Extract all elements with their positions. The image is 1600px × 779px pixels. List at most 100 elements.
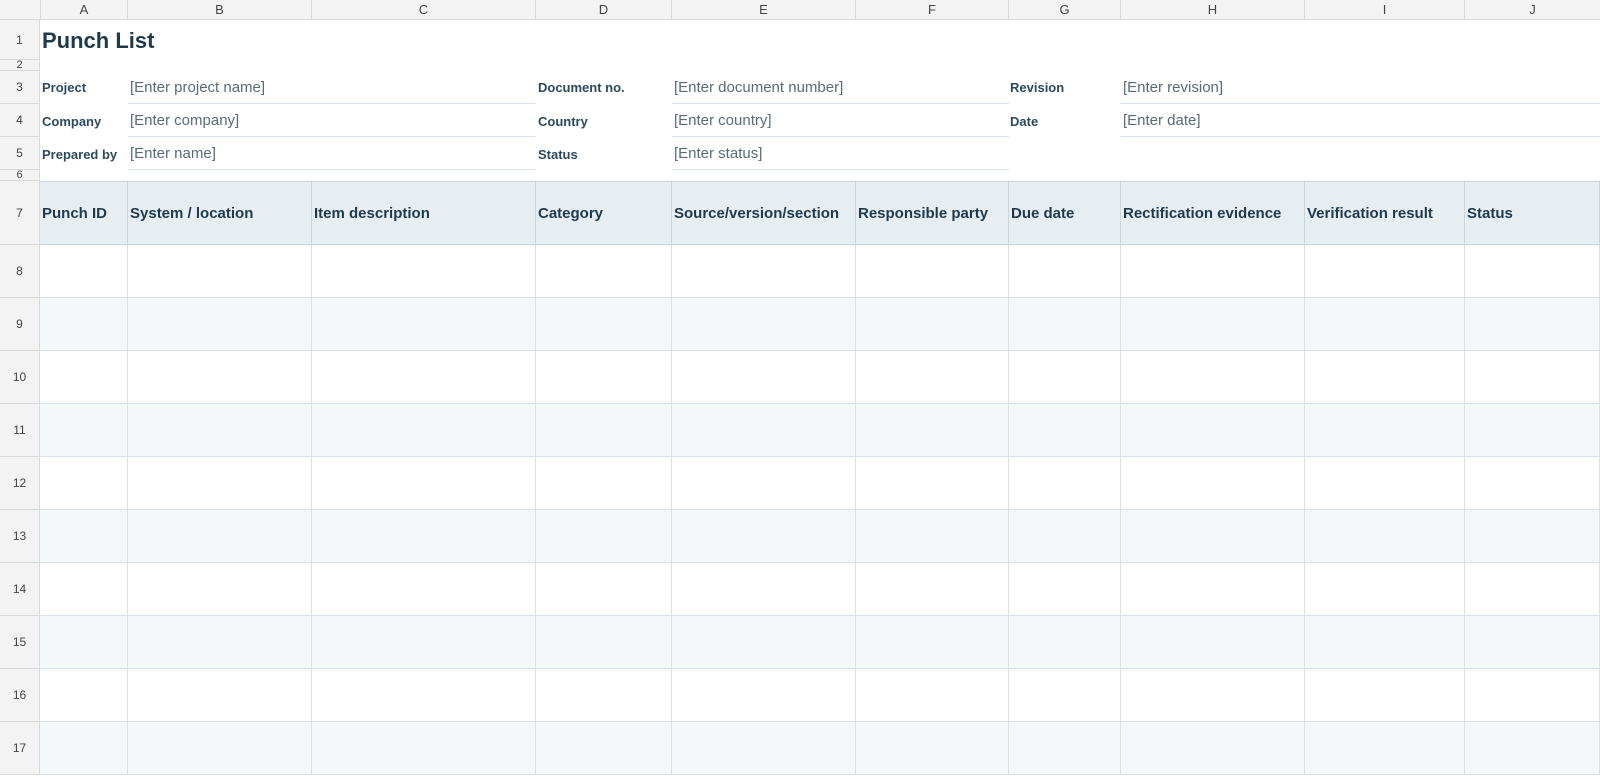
cell-g16[interactable]: [1009, 669, 1121, 722]
row-header-6[interactable]: 6: [0, 169, 40, 181]
cell-d17[interactable]: [536, 722, 672, 775]
cell-c9[interactable]: [312, 298, 536, 351]
row-header-5[interactable]: 5: [0, 137, 40, 170]
cell-f10[interactable]: [856, 351, 1009, 404]
cell-h12[interactable]: [1121, 457, 1305, 510]
cell-e15[interactable]: [672, 616, 856, 669]
revision-field[interactable]: [Enter revision]: [1121, 79, 1600, 104]
cell-i10[interactable]: [1305, 351, 1465, 404]
header-rectification-evidence[interactable]: Rectification evidence: [1121, 181, 1305, 245]
column-header-j[interactable]: J: [1465, 0, 1600, 20]
cell-a11[interactable]: [40, 404, 128, 457]
date-field[interactable]: [Enter date]: [1121, 112, 1600, 137]
cell-a10[interactable]: [40, 351, 128, 404]
cell-g8[interactable]: [1009, 245, 1121, 298]
column-header-e[interactable]: E: [672, 0, 856, 20]
cell-f16[interactable]: [856, 669, 1009, 722]
cell-h8[interactable]: [1121, 245, 1305, 298]
cell-e16[interactable]: [672, 669, 856, 722]
cell-d8[interactable]: [536, 245, 672, 298]
cell-f8[interactable]: [856, 245, 1009, 298]
cell-g9[interactable]: [1009, 298, 1121, 351]
cell-g10[interactable]: [1009, 351, 1121, 404]
cell-g17[interactable]: [1009, 722, 1121, 775]
cell-c12[interactable]: [312, 457, 536, 510]
header-responsible-party[interactable]: Responsible party: [856, 181, 1009, 245]
cell-b12[interactable]: [128, 457, 312, 510]
cell-j10[interactable]: [1465, 351, 1600, 404]
cell-a14[interactable]: [40, 563, 128, 616]
cell-d14[interactable]: [536, 563, 672, 616]
row-header-13[interactable]: 13: [0, 510, 40, 563]
row-header-10[interactable]: 10: [0, 351, 40, 404]
cell-f11[interactable]: [856, 404, 1009, 457]
header-status[interactable]: Status: [1465, 181, 1600, 245]
sheet-title[interactable]: Punch List: [42, 28, 154, 54]
header-verification-result[interactable]: Verification result: [1305, 181, 1465, 245]
cell-h15[interactable]: [1121, 616, 1305, 669]
cell-a9[interactable]: [40, 298, 128, 351]
cell-g12[interactable]: [1009, 457, 1121, 510]
cell-i16[interactable]: [1305, 669, 1465, 722]
cell-b10[interactable]: [128, 351, 312, 404]
cell-c17[interactable]: [312, 722, 536, 775]
cell-c11[interactable]: [312, 404, 536, 457]
row-header-12[interactable]: 12: [0, 457, 40, 510]
cell-f9[interactable]: [856, 298, 1009, 351]
cell-h9[interactable]: [1121, 298, 1305, 351]
row-header-15[interactable]: 15: [0, 616, 40, 669]
cell-h13[interactable]: [1121, 510, 1305, 563]
cell-e14[interactable]: [672, 563, 856, 616]
status-field[interactable]: [Enter status]: [672, 145, 1009, 170]
cell-c16[interactable]: [312, 669, 536, 722]
cell-a16[interactable]: [40, 669, 128, 722]
cell-c14[interactable]: [312, 563, 536, 616]
cell-i12[interactable]: [1305, 457, 1465, 510]
cell-f13[interactable]: [856, 510, 1009, 563]
header-system-location[interactable]: System / location: [128, 181, 312, 245]
cell-h17[interactable]: [1121, 722, 1305, 775]
cell-b8[interactable]: [128, 245, 312, 298]
column-header-a[interactable]: A: [41, 0, 128, 20]
cell-i15[interactable]: [1305, 616, 1465, 669]
cell-a15[interactable]: [40, 616, 128, 669]
cell-j11[interactable]: [1465, 404, 1600, 457]
row-header-9[interactable]: 9: [0, 298, 40, 351]
header-due-date[interactable]: Due date: [1009, 181, 1121, 245]
cell-b16[interactable]: [128, 669, 312, 722]
cell-j9[interactable]: [1465, 298, 1600, 351]
row-header-16[interactable]: 16: [0, 669, 40, 722]
cell-d10[interactable]: [536, 351, 672, 404]
cell-d11[interactable]: [536, 404, 672, 457]
cell-c8[interactable]: [312, 245, 536, 298]
project-field[interactable]: [Enter project name]: [128, 79, 535, 104]
cell-g13[interactable]: [1009, 510, 1121, 563]
cell-f14[interactable]: [856, 563, 1009, 616]
header-source-version-section[interactable]: Source/version/section: [672, 181, 856, 245]
select-all-corner[interactable]: [0, 0, 41, 20]
cell-g14[interactable]: [1009, 563, 1121, 616]
row-header-4[interactable]: 4: [0, 104, 40, 137]
cell-j8[interactable]: [1465, 245, 1600, 298]
column-header-d[interactable]: D: [536, 0, 672, 20]
cell-i17[interactable]: [1305, 722, 1465, 775]
cell-d13[interactable]: [536, 510, 672, 563]
cell-j13[interactable]: [1465, 510, 1600, 563]
row-header-2[interactable]: 2: [0, 59, 40, 71]
column-header-i[interactable]: I: [1305, 0, 1465, 20]
cell-c15[interactable]: [312, 616, 536, 669]
row-header-17[interactable]: 17: [0, 722, 40, 775]
cell-b15[interactable]: [128, 616, 312, 669]
column-header-c[interactable]: C: [312, 0, 536, 20]
row-header-3[interactable]: 3: [0, 71, 40, 104]
cell-g11[interactable]: [1009, 404, 1121, 457]
cell-e12[interactable]: [672, 457, 856, 510]
cell-d12[interactable]: [536, 457, 672, 510]
row-header-8[interactable]: 8: [0, 245, 40, 298]
document-number-field[interactable]: [Enter document number]: [672, 79, 1009, 104]
cell-e13[interactable]: [672, 510, 856, 563]
cell-h14[interactable]: [1121, 563, 1305, 616]
cell-e9[interactable]: [672, 298, 856, 351]
cell-h10[interactable]: [1121, 351, 1305, 404]
row-header-1[interactable]: 1: [0, 20, 40, 60]
